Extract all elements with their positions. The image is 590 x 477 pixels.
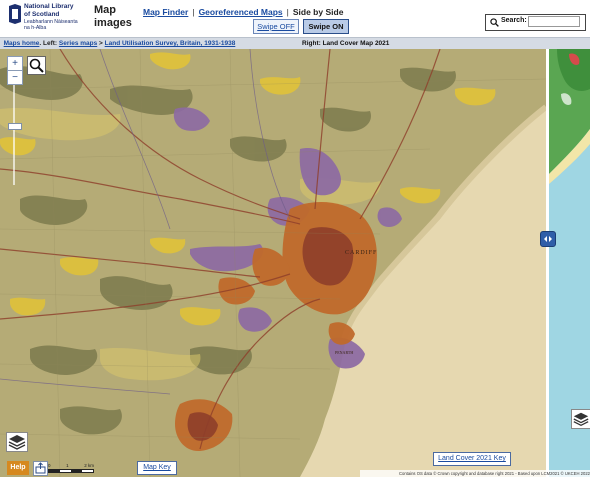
swipe-divider[interactable] xyxy=(546,49,549,477)
help-button[interactable]: Help xyxy=(7,461,29,475)
nav-separator: | xyxy=(192,7,195,17)
breadcrumb-arrow: > xyxy=(99,40,103,47)
left-label: Left: xyxy=(43,40,58,47)
left-layers-button[interactable] xyxy=(6,432,28,452)
swipe-handle[interactable] xyxy=(540,231,556,247)
map-place-label-cardiff: CARDIFF xyxy=(345,250,377,256)
logo-line-4: na h-Alba xyxy=(24,25,47,31)
scale-label: 1 xyxy=(66,463,69,468)
nav-separator: | xyxy=(286,7,289,17)
scale-label: 2 km xyxy=(84,463,94,468)
share-icon xyxy=(35,462,46,474)
site-title: Map images xyxy=(94,4,132,29)
scale-bar-graphic xyxy=(48,469,94,473)
zoom-to-box-button[interactable] xyxy=(27,56,46,75)
swipe-on-button[interactable]: Swipe ON xyxy=(303,19,349,34)
logo-title: National Library of Scotland xyxy=(24,3,73,18)
zoom-in-button[interactable]: + xyxy=(8,57,22,70)
georeferenced-maps-link[interactable]: Georeferenced Maps xyxy=(199,7,283,17)
logo-line-1: National Library xyxy=(24,3,74,10)
map-viewer[interactable]: CARDIFF PENARTH + − Help 0 1 2 km Map Ke… xyxy=(0,49,590,477)
swipe-arrows-icon xyxy=(544,236,552,242)
logo-subtitle: Leabharlann Nàiseanta na h-Alba xyxy=(24,19,78,31)
series-maps-link[interactable]: Series maps xyxy=(59,40,97,47)
right-map-label: Right: Land Cover Map 2021 xyxy=(302,40,390,47)
share-button[interactable] xyxy=(33,461,48,476)
logo-line-2: of Scotland xyxy=(24,10,60,18)
breadcrumb-dot: . xyxy=(39,40,42,47)
zoom-slider-track xyxy=(13,85,15,185)
right-layers-button[interactable] xyxy=(571,409,590,429)
nls-logo[interactable]: National Library of Scotland Leabharlann… xyxy=(8,2,90,36)
search-icon xyxy=(490,18,499,27)
maps-home-link[interactable]: Maps home xyxy=(4,40,40,47)
scale-bar: 0 1 2 km xyxy=(48,463,94,473)
scale-labels: 0 1 2 km xyxy=(48,463,94,468)
layers-icon xyxy=(573,412,589,427)
land-utilisation-link[interactable]: Land Utilisation Survey, Britain, 1931-1… xyxy=(105,40,236,47)
land-cover-key-button[interactable]: Land Cover 2021 Key xyxy=(433,452,511,466)
top-nav: Map Finder | Georeferenced Maps | Side by Si… xyxy=(143,7,343,17)
zoom-control: + − xyxy=(7,56,23,85)
map-finder-link[interactable]: Map Finder xyxy=(143,7,188,17)
side-by-side-label: Side by Side xyxy=(292,7,344,17)
search-label: Search: xyxy=(501,17,527,24)
search-box: Search: xyxy=(485,14,586,31)
map-place-label-penarth: PENARTH xyxy=(335,350,353,355)
layers-icon xyxy=(8,435,26,450)
scale-label: 0 xyxy=(48,463,51,468)
zoom-slider[interactable] xyxy=(8,85,22,185)
map-key-button[interactable]: Map Key xyxy=(137,461,177,475)
magnifier-icon xyxy=(29,58,44,73)
zoom-out-button[interactable]: − xyxy=(8,70,22,84)
map-attribution: Contains OS data © Crown copyright and d… xyxy=(360,470,590,477)
nls-logo-icon xyxy=(9,4,21,24)
swipe-off-button[interactable]: Swipe OFF xyxy=(253,19,299,34)
header: National Library of Scotland Leabharlann… xyxy=(0,0,590,36)
zoom-slider-thumb[interactable] xyxy=(8,123,22,130)
search-input[interactable] xyxy=(528,16,580,27)
historic-land-use-map[interactable]: CARDIFF PENARTH xyxy=(0,49,546,477)
